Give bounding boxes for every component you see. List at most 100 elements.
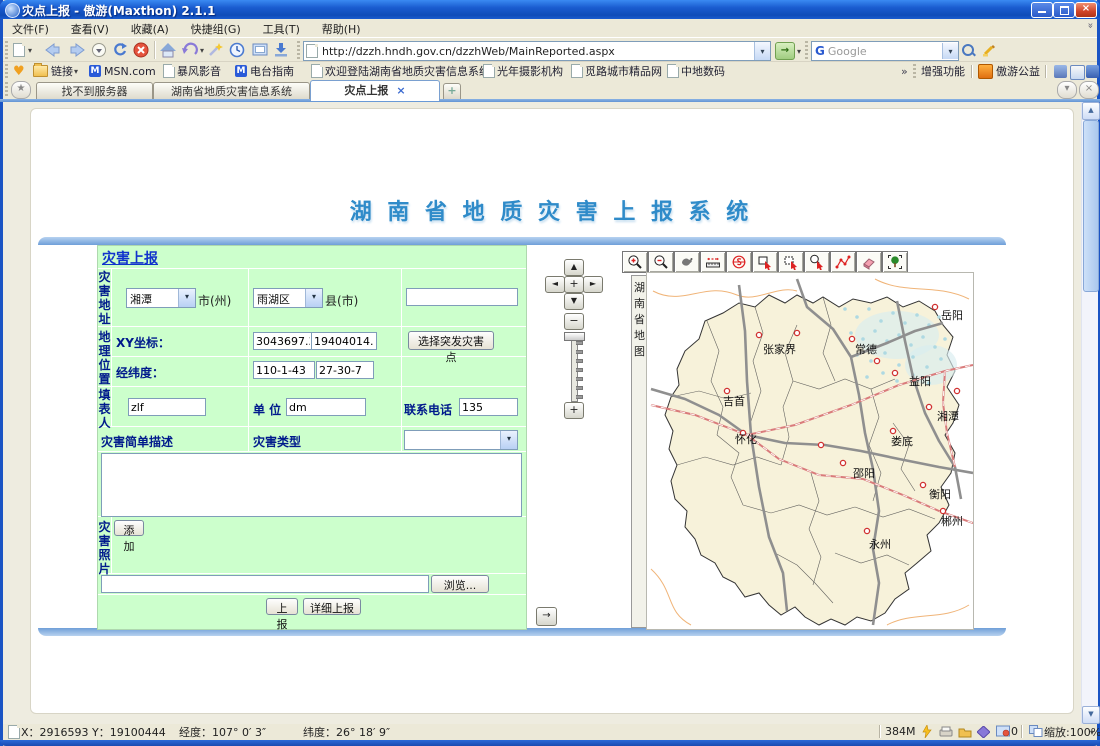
scroll-up-button[interactable]: ▲ — [1082, 102, 1100, 120]
refresh-button[interactable] — [111, 40, 129, 60]
bookmark-links-folder[interactable]: 链接▾ — [33, 63, 78, 79]
menu-overflow-chevron-icon[interactable]: » — [1084, 22, 1095, 28]
forward-button[interactable] — [67, 40, 87, 60]
proxy-icon[interactable] — [939, 726, 953, 738]
address-bar[interactable]: ▾ — [303, 41, 771, 61]
bookmark-hunan-geo[interactable]: 欢迎登陆湖南省地质灾害信息系统 — [309, 63, 490, 79]
search-dropdown-icon[interactable]: ▾ — [942, 43, 958, 59]
pan-center-button[interactable]: + — [564, 276, 584, 293]
collapse-panel-button[interactable]: → — [536, 607, 557, 626]
pan-down-button[interactable]: ▼ — [564, 293, 584, 310]
tab-close-all-button[interactable]: × — [1079, 81, 1099, 99]
magic-fill-button[interactable] — [207, 40, 223, 60]
new-page-button[interactable]: ▾ — [11, 40, 32, 60]
search-placeholder[interactable]: Google — [828, 45, 942, 58]
minimize-button[interactable] — [1031, 2, 1053, 18]
file-path-input[interactable] — [101, 575, 429, 593]
zoom-in-step-button[interactable]: + — [564, 402, 584, 419]
popup-blocker-icon[interactable] — [996, 725, 1011, 738]
enhance-features-button[interactable]: 增强功能 — [921, 63, 965, 79]
split-view-icon[interactable] — [1029, 725, 1043, 737]
x-coordinate-input[interactable] — [253, 332, 313, 350]
tab-close-icon[interactable]: × — [396, 84, 405, 97]
map-zoom-in-button[interactable] — [622, 251, 648, 273]
type-select-arrow-icon[interactable]: ▾ — [500, 431, 517, 449]
tab-disaster-report-active[interactable]: 灾点上报× — [310, 80, 440, 101]
maxthon-charity-button[interactable]: 傲游公益 — [978, 63, 1040, 79]
bookmark-milu[interactable]: 觅路城市精品网 — [569, 63, 662, 79]
plugin-icon-3[interactable] — [1086, 65, 1099, 78]
scroll-down-button[interactable]: ▼ — [1082, 706, 1100, 724]
scrollbar-thumb[interactable] — [1083, 120, 1099, 292]
disaster-type-select[interactable]: ▾ — [404, 430, 518, 450]
new-page-dropdown-icon[interactable]: ▾ — [28, 46, 32, 55]
map-zoom-box-button[interactable] — [804, 251, 830, 273]
history-button[interactable] — [229, 40, 245, 60]
history-dropdown-button[interactable] — [91, 40, 107, 60]
tab-hunan-geo-info[interactable]: 湖南省地质灾害信息系统 — [153, 82, 310, 100]
county-select[interactable]: 雨湖区 ▾ — [253, 288, 323, 308]
download-folder-icon[interactable] — [958, 726, 972, 738]
boost-bolt-icon[interactable] — [921, 725, 934, 738]
menu-view[interactable]: 查看(V) — [62, 19, 118, 39]
new-tab-button[interactable]: + — [443, 83, 461, 100]
undo-dropdown-icon[interactable]: ▾ — [200, 46, 204, 55]
home-button[interactable] — [159, 40, 177, 60]
go-button[interactable]: → — [775, 42, 795, 60]
tab-server-not-found[interactable]: 找不到服务器 — [36, 82, 153, 100]
close-button[interactable]: × — [1075, 2, 1097, 18]
undo-button[interactable]: ▾ — [181, 40, 204, 60]
longitude-input[interactable] — [253, 361, 315, 379]
favorites-heart-button[interactable]: ♥ — [13, 63, 25, 79]
bookmark-baofeng[interactable]: 暴风影音 — [161, 63, 221, 79]
bookmark-msn[interactable]: MMSN.com — [89, 63, 156, 79]
address-detail-input[interactable] — [406, 288, 518, 306]
browse-button[interactable]: 浏览... — [431, 575, 489, 593]
zoom-out-step-button[interactable]: − — [564, 313, 584, 330]
map-draw-line-button[interactable] — [830, 251, 856, 273]
bookmarks-overflow-chevron[interactable]: » — [901, 63, 908, 79]
pan-left-button[interactable]: ◄ — [545, 276, 565, 293]
restore-button[interactable] — [1053, 2, 1075, 18]
y-coordinate-input[interactable] — [311, 332, 377, 350]
map-select-rect-button[interactable] — [752, 251, 778, 273]
latitude-input[interactable] — [316, 361, 374, 379]
filter-pack-icon[interactable] — [977, 726, 990, 738]
detail-submit-button[interactable]: 详细上报 — [303, 598, 361, 615]
tab-list-button[interactable]: ▾ — [1057, 81, 1077, 99]
map-zoom-out-button[interactable] — [648, 251, 674, 273]
tab-favorites-button[interactable]: ★ — [11, 81, 31, 99]
highlight-button[interactable] — [981, 40, 997, 60]
phone-input[interactable] — [459, 398, 518, 416]
map-scale-button[interactable] — [726, 251, 752, 273]
address-dropdown-icon[interactable]: ▾ — [754, 42, 770, 60]
city-select-arrow-icon[interactable]: ▾ — [178, 289, 195, 307]
county-select-arrow-icon[interactable]: ▾ — [305, 289, 322, 307]
menu-favorites[interactable]: 收藏(A) — [122, 19, 178, 39]
map-erase-button[interactable] — [856, 251, 882, 273]
search-box[interactable]: G Google ▾ — [811, 41, 959, 61]
map-full-extent-button[interactable] — [882, 251, 908, 273]
map-measure-button[interactable] — [700, 251, 726, 273]
go-dropdown-icon[interactable]: ▾ — [797, 47, 801, 56]
city-select[interactable]: 湘潭 ▾ — [126, 288, 196, 308]
map-view[interactable]: 张家界 常德 益阳 岳阳 吉首 湘潭 怀化 娄底 邵阳 衡阳 永州 郴州 — [646, 272, 974, 630]
unit-input[interactable] — [286, 398, 366, 416]
zoom-dropdown-icon[interactable]: ▾ — [1090, 728, 1094, 737]
address-input[interactable] — [320, 45, 754, 58]
submit-button[interactable]: 上报 — [266, 598, 298, 615]
menu-help[interactable]: 帮助(H) — [313, 19, 370, 39]
menu-file[interactable]: 文件(F) — [3, 19, 58, 39]
download-button[interactable] — [273, 40, 289, 60]
pan-right-button[interactable]: ► — [583, 276, 603, 293]
menu-tools[interactable]: 工具(T) — [254, 19, 309, 39]
map-pan-button[interactable] — [674, 251, 700, 273]
search-go-button[interactable] — [961, 40, 975, 60]
bookmark-radio[interactable]: M电台指南 — [235, 63, 294, 79]
pick-disaster-point-button[interactable]: 选择突发灾害点 — [408, 331, 494, 350]
reporter-name-input[interactable] — [128, 398, 206, 416]
snap-button[interactable] — [251, 40, 269, 60]
description-textarea[interactable] — [101, 453, 522, 517]
plugin-icon-2[interactable] — [1070, 65, 1085, 80]
bookmark-guangnian[interactable]: 光年摄影机构 — [481, 63, 563, 79]
